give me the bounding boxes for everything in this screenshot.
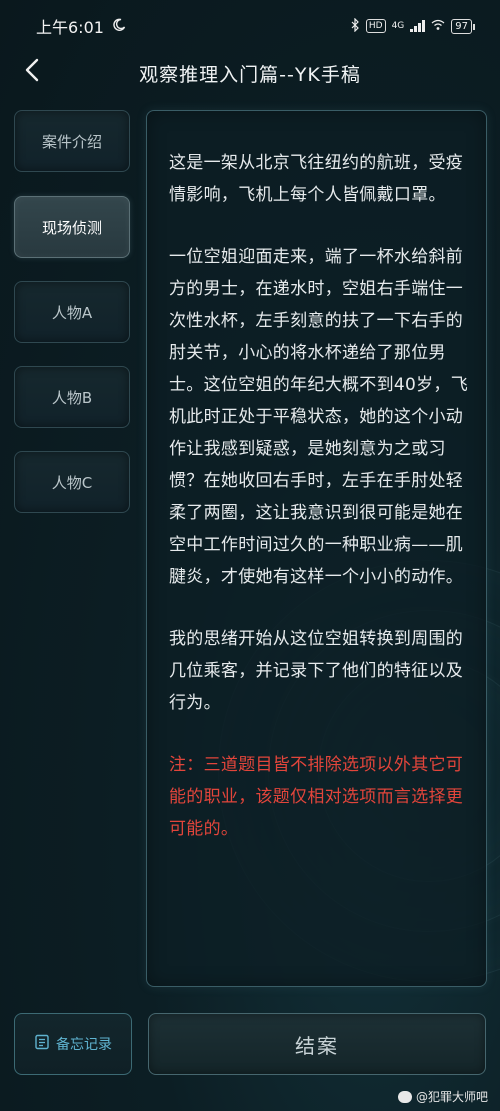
close-case-label: 结案: [295, 1033, 339, 1058]
network-label: 4G: [391, 21, 405, 31]
page-title: 观察推理入门篇--YK手稿: [139, 63, 361, 86]
content-paragraph: 一位空姐迎面走来，端了一杯水给斜前方的男士，在递水时，空姐右手端住一次性水杯，左…: [169, 247, 469, 587]
signal-icon: [410, 20, 426, 32]
app-screen: 上午6:01 HD 4G 97 观察推理入门篇--YK手稿 案件介绍 现场侦测 …: [0, 0, 500, 1111]
watermark: @犯罪大师吧: [397, 1088, 488, 1105]
case-content-panel[interactable]: 这是一架从北京飞往纽约的航班，受疫情影响，飞机上每个人皆佩戴口罩。 一位空姐迎面…: [146, 110, 487, 987]
content-paragraph: 我的思绪开始从这位空姐转换到周围的几位乘客，并记录下了他们的特征以及行为。: [169, 629, 464, 713]
status-bar: 上午6:01 HD 4G 97: [0, 0, 500, 52]
tab-person-a[interactable]: 人物A: [14, 281, 130, 343]
tab-label: 人物A: [51, 303, 93, 322]
content-paragraph: 这是一架从北京飞往纽约的航班，受疫情影响，飞机上每个人皆佩戴口罩。: [169, 153, 464, 205]
memo-button[interactable]: 备忘记录: [14, 1013, 132, 1075]
tab-person-b[interactable]: 人物B: [14, 366, 130, 428]
hd-badge: HD: [365, 19, 386, 33]
status-left: 上午6:01: [36, 14, 126, 38]
watermark-text: @犯罪大师吧: [415, 1090, 488, 1104]
bluetooth-icon: [350, 17, 360, 35]
memo-label: 备忘记录: [56, 1037, 112, 1053]
status-right: HD 4G 97: [350, 17, 475, 35]
tab-person-c[interactable]: 人物C: [14, 451, 130, 513]
tab-label: 人物B: [51, 388, 93, 407]
tab-case-intro[interactable]: 案件介绍: [14, 110, 130, 172]
tab-label: 案件介绍: [41, 132, 102, 151]
tab-scene-investigation[interactable]: 现场侦测: [14, 196, 130, 258]
header: 观察推理入门篇--YK手稿: [0, 52, 500, 94]
tab-label: 人物C: [51, 473, 93, 492]
memo-icon: [34, 1034, 50, 1054]
weibo-logo-icon: [397, 1090, 412, 1103]
tab-label: 现场侦测: [41, 218, 102, 237]
wifi-icon: [431, 19, 445, 34]
status-time: 上午6:01: [36, 18, 104, 37]
moon-icon: [112, 17, 126, 36]
close-case-button[interactable]: 结案: [148, 1013, 486, 1075]
back-button[interactable]: [14, 54, 50, 90]
battery-indicator: 97: [451, 18, 475, 34]
back-arrow-icon: [24, 58, 40, 86]
note-text: 注：三道题目皆不排除选项以外其它可能的职业，该题仅相对选项而言选择更可能的。: [169, 755, 464, 839]
